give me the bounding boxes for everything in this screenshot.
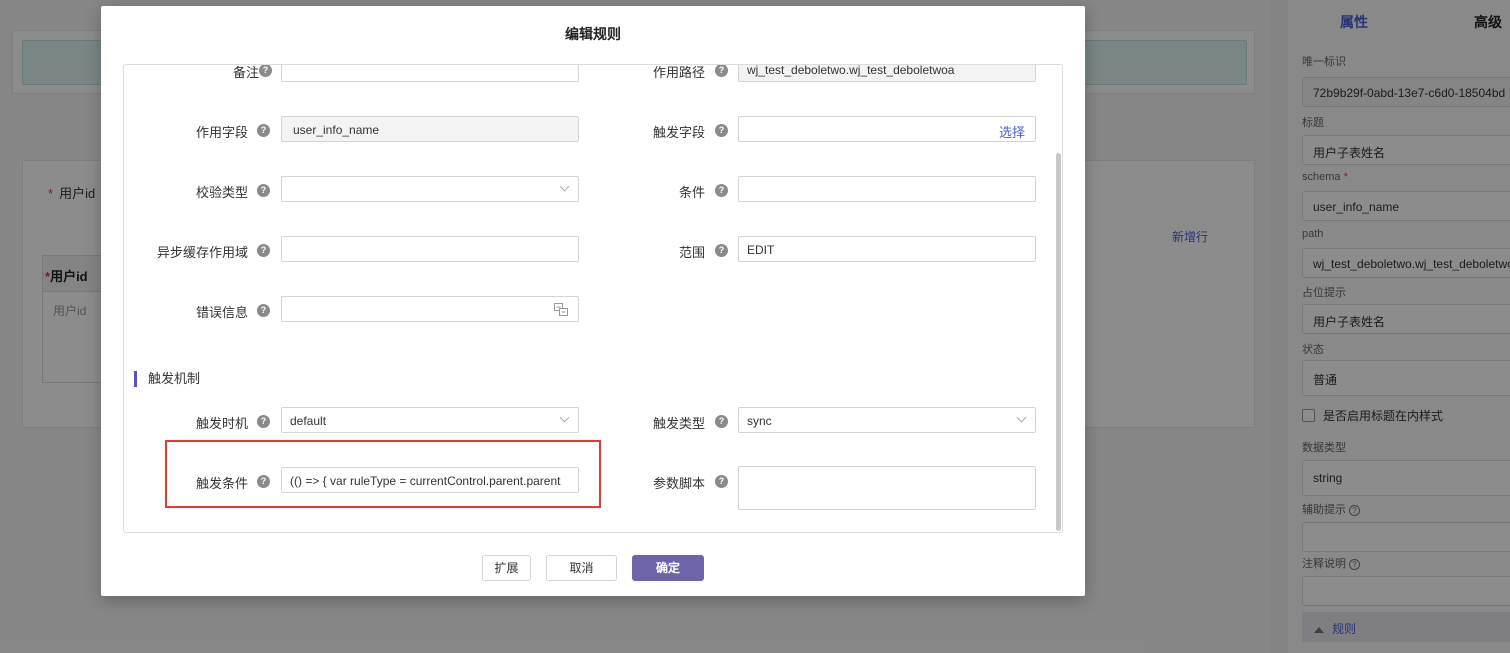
type-label: 触发类型 xyxy=(652,416,705,431)
timing-value: default xyxy=(290,414,327,428)
chevron-down-icon xyxy=(1016,412,1027,423)
path-input[interactable]: wj_test_deboletwo.wj_test_deboletwoa xyxy=(738,65,1036,82)
field-input[interactable]: user_info_name xyxy=(281,116,579,142)
trigger-field-label: 触发字段 xyxy=(652,125,705,140)
validate-type-label-row: 校验类型 xyxy=(124,177,248,203)
chevron-down-icon xyxy=(559,412,570,423)
help-icon: ? xyxy=(715,244,728,257)
path-label: 作用路径 xyxy=(652,65,705,80)
chevron-down-icon xyxy=(559,181,570,192)
error-label: 错误信息 xyxy=(195,305,248,320)
help-icon: ? xyxy=(715,124,728,137)
trigger-field-label-row: 触发字段 xyxy=(579,117,705,143)
help-icon: ? xyxy=(257,244,270,257)
timing-label-row: 触发时机 xyxy=(124,408,248,434)
help-icon: ? xyxy=(715,415,728,428)
help-icon: ? xyxy=(259,65,272,77)
edit-rule-dialog: 编辑规则 备注 ? 作用路径 ? wj_test_deboletwo.wj_te… xyxy=(101,6,1085,596)
help-icon: ? xyxy=(257,304,270,317)
remark-label-row: 备注 xyxy=(124,65,259,83)
help-icon: ? xyxy=(715,475,728,488)
type-select[interactable]: sync xyxy=(738,407,1036,433)
script-label: 参数脚本 xyxy=(652,476,705,491)
field-label: 作用字段 xyxy=(195,125,248,140)
help-icon: ? xyxy=(715,65,728,77)
timing-select[interactable]: default xyxy=(281,407,579,433)
cancel-button[interactable]: 取消 xyxy=(546,555,617,581)
highlight-box xyxy=(165,440,601,508)
dialog-title: 编辑规则 xyxy=(565,26,621,42)
trigger-field-input[interactable]: 选择 xyxy=(738,116,1036,142)
scrollbar[interactable] xyxy=(1055,65,1061,532)
error-input[interactable] xyxy=(281,296,579,322)
validate-type-select[interactable] xyxy=(281,176,579,202)
type-label-row: 触发类型 xyxy=(579,408,705,434)
path-label-row: 作用路径 xyxy=(579,65,705,83)
expand-button[interactable]: 扩展 xyxy=(482,555,531,581)
timing-label: 触发时机 xyxy=(195,416,248,431)
scope-label: 范围 xyxy=(678,245,705,260)
help-icon: ? xyxy=(257,184,270,197)
help-icon: ? xyxy=(715,184,728,197)
script-textarea[interactable] xyxy=(738,466,1036,510)
help-icon: ? xyxy=(257,415,270,428)
condition-label: 条件 xyxy=(678,185,705,200)
select-link[interactable]: 选择 xyxy=(999,122,1025,141)
field-label-row: 作用字段 xyxy=(124,117,248,143)
help-icon: ? xyxy=(257,124,270,137)
condition-input[interactable] xyxy=(738,176,1036,202)
validate-type-label: 校验类型 xyxy=(195,185,248,200)
async-cache-label-row: 异步缓存作用域 xyxy=(124,237,248,263)
type-value: sync xyxy=(747,414,772,428)
confirm-button[interactable]: 确定 xyxy=(632,555,704,581)
async-cache-label: 异步缓存作用域 xyxy=(156,245,248,260)
scrollbar-thumb[interactable] xyxy=(1056,153,1061,531)
scope-input[interactable]: EDIT xyxy=(738,236,1036,262)
condition-label-row: 条件 xyxy=(579,177,705,203)
translate-icon[interactable] xyxy=(554,303,568,316)
scope-label-row: 范围 xyxy=(579,237,705,263)
trigger-section-title: 触发机制 xyxy=(134,371,200,387)
error-label-row: 错误信息 xyxy=(124,297,248,323)
remark-label: 备注 xyxy=(232,65,259,80)
async-cache-input[interactable] xyxy=(281,236,579,262)
remark-input[interactable] xyxy=(281,65,579,82)
